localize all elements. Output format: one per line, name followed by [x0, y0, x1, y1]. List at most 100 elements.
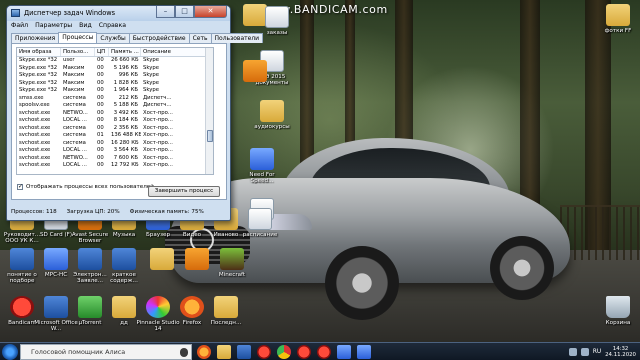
process-row[interactable]: svchost.exe система 00 16 280 КБ Хост-про...: [17, 140, 213, 148]
process-description: Хост-про...: [143, 132, 173, 138]
firefox-icon[interactable]: [197, 345, 211, 359]
column-description[interactable]: Описание: [141, 48, 211, 56]
desktop-icon-zakaz[interactable]: заказы: [255, 6, 299, 36]
firefox-icon: [180, 296, 204, 318]
process-name: smss.exe: [19, 94, 44, 101]
pinnacle-icon: [146, 296, 170, 318]
process-name: svchost.exe: [19, 154, 51, 161]
word-icon: [44, 296, 68, 318]
checkbox-box[interactable]: ✓: [17, 184, 23, 190]
language-indicator[interactable]: RU: [593, 349, 601, 355]
desktop-icon-rasp[interactable]: расписание: [238, 208, 282, 238]
desktop-icon-recycle[interactable]: Корзина: [596, 296, 640, 326]
microphone-icon[interactable]: [180, 348, 188, 357]
nfs-icon: [250, 148, 274, 170]
desktop-icon-label: Корзина: [605, 320, 631, 326]
process-row[interactable]: svchost.exe LOCAL ... 00 12 792 КБ Хост-про.…: [17, 162, 213, 170]
desktop-icon-file1[interactable]: [233, 60, 277, 84]
process-row[interactable]: svchost.exe система 00 2 356 КБ Хост-про...: [17, 125, 213, 133]
tab-services[interactable]: Службы: [96, 33, 130, 43]
process-memory: 5 196 КБ: [113, 64, 138, 71]
search-box[interactable]: Голосовой помощник Алиса: [20, 344, 192, 360]
process-row[interactable]: Skype.exe *32 Максим 00 996 КБ Skype: [17, 72, 213, 80]
process-name: spoolsv.exe: [19, 102, 50, 108]
process-row[interactable]: svchost.exe система 01 136 488 КБ Хост-про..…: [17, 132, 213, 140]
process-row[interactable]: Skype.exe *32 user 00 26 660 КБ Skype: [17, 57, 213, 65]
end-process-button[interactable]: Завершить процесс: [148, 186, 220, 197]
menu-help[interactable]: Справка: [99, 22, 126, 29]
tab-processes[interactable]: Процессы: [58, 32, 98, 43]
column-user[interactable]: Пользо...: [61, 48, 95, 56]
process-name: svchost.exe: [19, 147, 51, 153]
menu-options[interactable]: Параметры: [35, 22, 72, 29]
process-cpu: 00: [97, 147, 104, 153]
window-title: Диспетчер задач Windows: [24, 9, 116, 17]
folder-icon[interactable]: [217, 345, 231, 359]
process-cpu: 00: [97, 124, 104, 131]
process-description: Хост-про...: [143, 162, 173, 168]
file-icon: [112, 248, 136, 270]
process-cpu: 00: [97, 64, 104, 71]
menu-file[interactable]: Файл: [11, 22, 28, 29]
desktop-icon-mc[interactable]: Minecraft: [210, 248, 254, 278]
status-cpu: Загрузка ЦП: 20%: [66, 209, 120, 215]
chrome-icon[interactable]: [277, 345, 291, 359]
word-icon[interactable]: [237, 345, 251, 359]
process-cpu: 00: [97, 57, 104, 63]
process-row[interactable]: spoolsv.exe система 00 5 188 КБ Диспетч...: [17, 102, 213, 110]
title-bar[interactable]: Диспетчер задач Windows – □ ✕: [7, 6, 230, 21]
process-list[interactable]: Имя образа Пользо... ЦП Память ... Описа…: [16, 47, 214, 175]
system-tray: RU 14:32 24.11.2020: [568, 343, 636, 360]
process-name: svchost.exe: [19, 139, 51, 146]
file-icon: [78, 248, 102, 270]
volume-icon[interactable]: [580, 348, 589, 356]
maximize-button[interactable]: □: [175, 6, 194, 18]
tab-network[interactable]: Сеть: [188, 33, 212, 43]
tab-performance[interactable]: Быстродействие: [128, 33, 190, 43]
process-row[interactable]: svchost.exe NETWO... 00 7 600 КБ Хост-про...: [17, 155, 213, 163]
process-row[interactable]: Skype.exe *32 Максим 00 1 964 КБ Skype: [17, 87, 213, 95]
checkbox-label: Отображать процессы всех пользователей: [26, 184, 154, 190]
process-cpu: 00: [97, 154, 104, 161]
minimize-button[interactable]: –: [156, 6, 175, 18]
process-user: Максим: [63, 72, 85, 78]
search-text: Голосовой помощник Алиса: [31, 348, 126, 356]
process-user: система: [63, 102, 86, 108]
bandicam-icon[interactable]: [317, 345, 331, 359]
process-memory: 2 356 КБ: [113, 124, 138, 131]
process-row[interactable]: svchost.exe LOCAL ... 00 8 184 КБ Хост-про..…: [17, 117, 213, 125]
process-row[interactable]: Skype.exe *32 Максим 00 5 196 КБ Skype: [17, 65, 213, 73]
tab-users[interactable]: Пользователи: [210, 33, 264, 43]
process-list-scrollbar[interactable]: [205, 48, 213, 174]
desktop-icon-audiokursy[interactable]: аудиокурсы: [250, 100, 294, 130]
process-row[interactable]: smss.exe система 00 212 КБ Диспетч...: [17, 95, 213, 103]
task-manager-window[interactable]: Диспетчер задач Windows – □ ✕ Файл Парам…: [6, 5, 264, 221]
column-cpu[interactable]: ЦП: [95, 48, 109, 56]
tab-applications[interactable]: Приложения: [11, 33, 60, 43]
process-row[interactable]: svchost.exe NETWO... 00 3 492 КБ Хост-про...: [17, 110, 213, 118]
process-cpu: 00: [97, 87, 104, 93]
menu-view[interactable]: Вид: [79, 22, 92, 29]
clock-date: 24.11.2020: [605, 352, 636, 358]
process-name: Skype.exe *32: [19, 79, 58, 86]
opera-icon[interactable]: [297, 345, 311, 359]
photo-icon[interactable]: [337, 345, 351, 359]
desktop-icon-last[interactable]: Последн...: [204, 296, 248, 326]
desktop-icon-nfs[interactable]: Need For Speed...: [240, 148, 284, 184]
close-button[interactable]: ✕: [194, 6, 227, 18]
process-cpu: 00: [97, 162, 104, 168]
show-all-processes-checkbox[interactable]: ✓ Отображать процессы всех пользователей: [17, 184, 154, 190]
process-row[interactable]: Skype.exe *32 Максим 00 1 828 КБ Skype: [17, 80, 213, 88]
start-button[interactable]: [2, 344, 18, 360]
clock[interactable]: 14:32 24.11.2020: [605, 346, 636, 358]
process-cpu: 01: [97, 132, 104, 138]
scrollbar-thumb[interactable]: [207, 130, 213, 142]
skype-icon[interactable]: [357, 345, 371, 359]
network-icon[interactable]: [568, 348, 577, 356]
column-image-name[interactable]: Имя образа: [17, 48, 61, 56]
yandex-icon[interactable]: [257, 345, 271, 359]
column-memory[interactable]: Память ...: [109, 48, 141, 56]
process-row[interactable]: svchost.exe LOCAL ... 00 3 564 КБ Хост-про..…: [17, 147, 213, 155]
process-description: Хост-про...: [143, 124, 173, 131]
desktop-icon-foto[interactable]: фотки FF: [596, 4, 640, 34]
